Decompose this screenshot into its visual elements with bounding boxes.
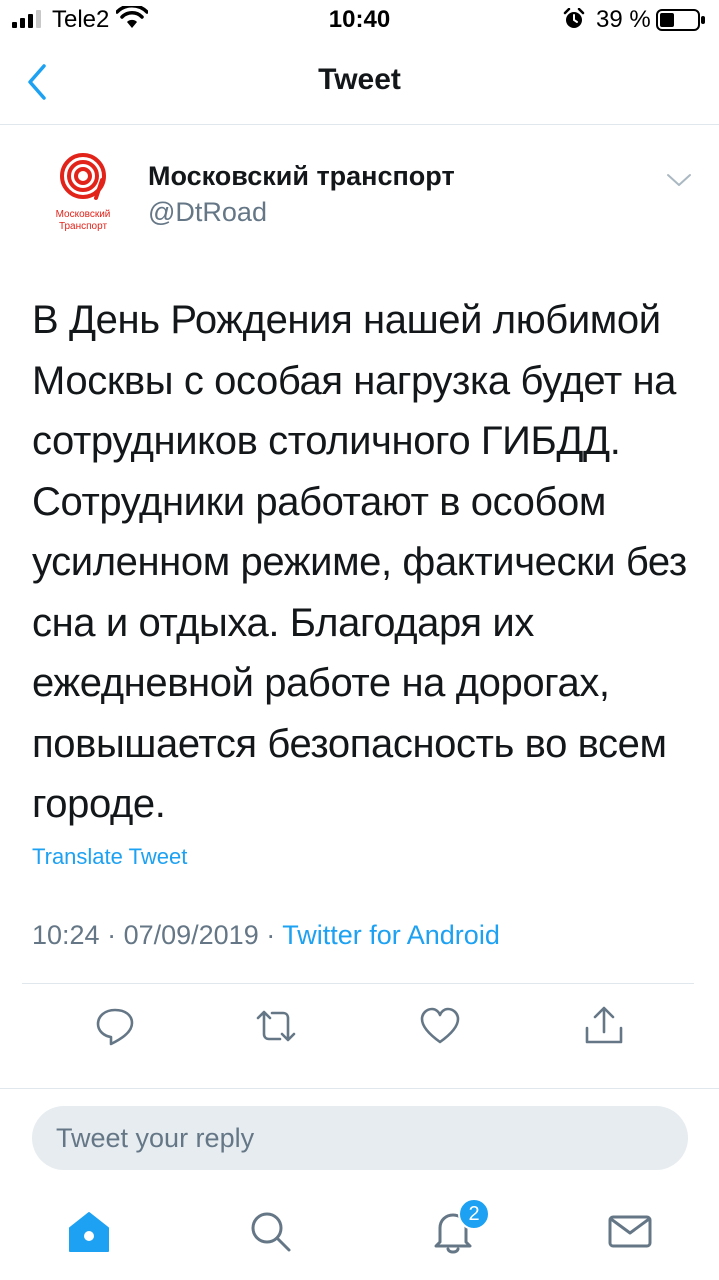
alarm-icon bbox=[563, 8, 585, 28]
translate-tweet-link[interactable]: Translate Tweet bbox=[32, 844, 187, 870]
tweet-source-link[interactable]: Twitter for Android bbox=[282, 920, 500, 950]
retweet-icon[interactable] bbox=[254, 1004, 298, 1048]
search-icon[interactable] bbox=[245, 1206, 295, 1256]
meta-separator: · bbox=[99, 920, 124, 950]
heart-icon[interactable] bbox=[418, 1004, 462, 1048]
author-name[interactable]: Московский транспорт bbox=[148, 161, 455, 192]
tweet-time: 10:24 bbox=[32, 920, 100, 950]
moscow-transport-logo-icon: Московский Транспорт bbox=[56, 153, 111, 232]
divider bbox=[22, 983, 694, 984]
tweet-date: 07/09/2019 bbox=[123, 920, 259, 950]
meta-separator: · bbox=[258, 920, 283, 950]
tweet-text: В День Рождения нашей любимой Москвы с о… bbox=[32, 298, 687, 826]
battery-icon bbox=[656, 9, 705, 31]
svg-text:Транспорт: Транспорт bbox=[59, 221, 108, 232]
reply-icon[interactable] bbox=[93, 1004, 137, 1048]
share-icon[interactable] bbox=[582, 1004, 626, 1048]
mail-icon[interactable] bbox=[605, 1206, 655, 1256]
author-handle[interactable]: @DtRoad bbox=[148, 197, 267, 228]
divider bbox=[0, 1088, 719, 1089]
status-bar: Tele2 10:40 39 % bbox=[0, 0, 719, 40]
notification-badge: 2 bbox=[458, 1198, 490, 1230]
chevron-down-icon[interactable] bbox=[664, 170, 694, 190]
page-title: Tweet bbox=[318, 63, 401, 96]
reply-input[interactable] bbox=[32, 1106, 688, 1170]
avatar[interactable]: Московский Транспорт bbox=[36, 150, 130, 244]
nav-bar: Tweet bbox=[0, 40, 719, 125]
battery-percent: 39 % bbox=[596, 6, 651, 33]
svg-text:Московский: Московский bbox=[56, 209, 111, 220]
home-icon[interactable] bbox=[64, 1206, 114, 1256]
tweet-meta: 10:24 · 07/09/2019 · Twitter for Android bbox=[32, 920, 500, 951]
